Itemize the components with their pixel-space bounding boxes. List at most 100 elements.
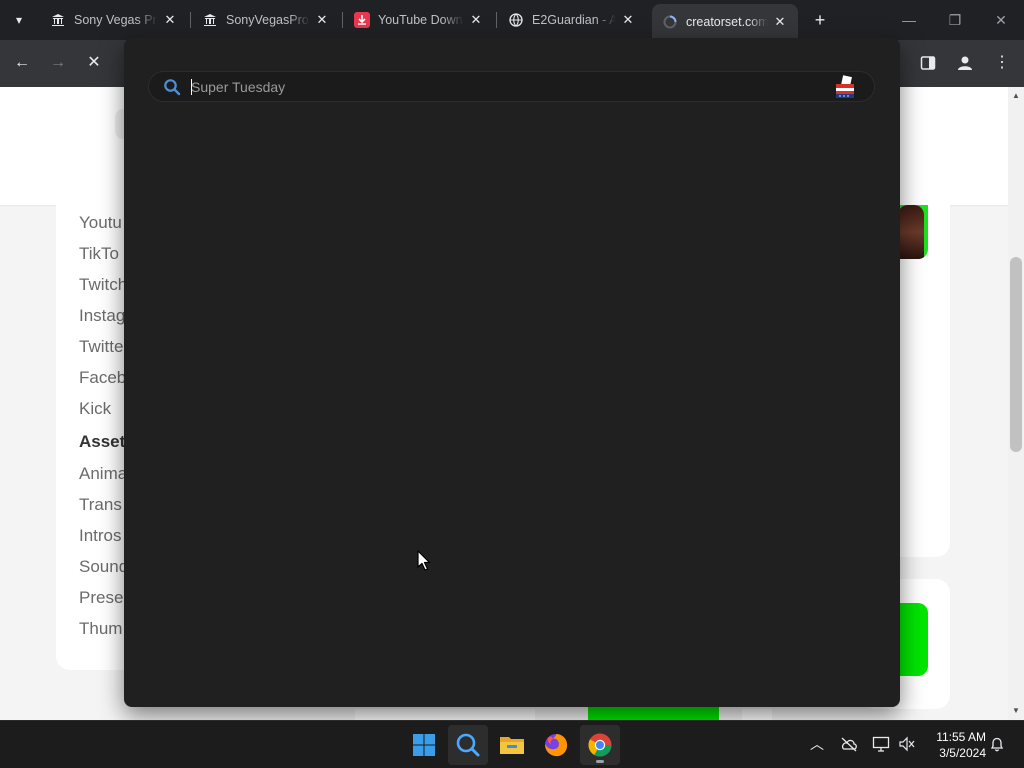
- close-icon[interactable]: ✕: [314, 12, 330, 28]
- scroll-thumb[interactable]: [1010, 257, 1022, 452]
- sidebar-item-instagram[interactable]: Instag: [79, 306, 125, 326]
- bell-icon: [990, 737, 1004, 752]
- close-icon[interactable]: ✕: [468, 12, 484, 28]
- search-icon: [164, 79, 181, 96]
- start-button[interactable]: [404, 725, 444, 765]
- firefox-icon: [545, 734, 568, 757]
- menu-button[interactable]: ⋮: [990, 51, 1014, 75]
- notifications-button[interactable]: [986, 733, 1008, 755]
- download-icon: [354, 12, 370, 28]
- system-clock[interactable]: 11:55 AM 3/5/2024: [926, 729, 986, 761]
- running-indicator: [596, 760, 604, 763]
- sidebar-item-thumbnails[interactable]: Thum: [79, 619, 122, 639]
- sidebar-item-youtube[interactable]: Youtu: [79, 213, 122, 233]
- minimize-icon: —: [902, 12, 916, 28]
- close-icon[interactable]: ✕: [772, 14, 788, 30]
- chevron-down-icon: ▾: [15, 13, 23, 27]
- clock-date: 3/5/2024: [939, 746, 986, 760]
- sidebar-item-kick[interactable]: Kick: [79, 399, 111, 419]
- firefox-button[interactable]: [536, 725, 576, 765]
- sidebar-item-twitch[interactable]: Twitch: [79, 275, 127, 295]
- tab-youtube-downloader[interactable]: YouTube Down ✕: [344, 4, 494, 36]
- tab-separator: [496, 12, 497, 28]
- building-icon: [202, 12, 218, 28]
- content-card: [742, 709, 772, 720]
- globe-icon: [508, 12, 524, 28]
- tab-title: Sony Vegas Pro: [74, 13, 158, 27]
- page-scrollbar[interactable]: ▲ ▼: [1008, 87, 1024, 720]
- search-overlay-panel: [124, 38, 900, 707]
- tab-sony-vegas-pro[interactable]: Sony Vegas Pro ✕: [40, 4, 188, 36]
- chrome-button[interactable]: [580, 725, 620, 765]
- onedrive-status[interactable]: [838, 733, 860, 755]
- forward-button[interactable]: →: [46, 51, 70, 75]
- scroll-up-arrow-icon[interactable]: ▲: [1008, 89, 1024, 103]
- file-explorer-button[interactable]: [492, 725, 532, 765]
- sidebar-item-transitions[interactable]: Trans: [79, 495, 122, 515]
- window-close-button[interactable]: ✕: [978, 0, 1024, 40]
- profile-button[interactable]: [953, 51, 977, 75]
- back-button[interactable]: ←: [10, 51, 34, 75]
- content-card: [355, 709, 535, 720]
- side-panel-icon: [920, 56, 936, 70]
- show-hidden-icons-button[interactable]: ︿: [806, 733, 828, 755]
- clock-time: 11:55 AM: [936, 730, 986, 744]
- spinner-icon: [662, 14, 678, 30]
- close-icon: ✕: [995, 12, 1007, 28]
- windows-icon: [413, 734, 435, 756]
- speaker-muted-icon: [899, 736, 915, 752]
- restore-icon: ❐: [948, 12, 962, 28]
- network-status[interactable]: [870, 733, 892, 755]
- taskbar-search-button[interactable]: [448, 725, 488, 765]
- scroll-down-arrow-icon[interactable]: ▼: [1008, 704, 1024, 718]
- building-icon: [50, 12, 66, 28]
- text-caret: [191, 79, 192, 95]
- profile-icon: [958, 56, 972, 70]
- tab-title: E2Guardian - A: [532, 13, 616, 27]
- tab-strip: ▾ Sony Vegas Pro ✕ SonyVegasPro1 ✕ YouTu…: [0, 0, 1024, 40]
- network-icon: [872, 736, 890, 752]
- tab-separator: [190, 12, 191, 28]
- close-icon[interactable]: ✕: [620, 12, 636, 28]
- search-input[interactable]: [191, 76, 811, 98]
- stop-loading-button[interactable]: ✕: [82, 51, 106, 75]
- tab-e2guardian[interactable]: E2Guardian - A ✕: [498, 4, 646, 36]
- sidebar-item-animations[interactable]: Anima: [79, 464, 127, 484]
- windows-taskbar: ︿ 11:55 AM 3/5/2024: [0, 720, 1024, 768]
- ballot-box-icon[interactable]: [832, 74, 858, 100]
- sidebar-item-twitter[interactable]: Twitte: [79, 337, 123, 357]
- tab-separator: [342, 12, 343, 28]
- sidebar-item-presets[interactable]: Prese: [79, 588, 123, 608]
- search-icon: [456, 733, 480, 757]
- arrow-right-icon: →: [50, 54, 66, 71]
- folder-icon: [500, 737, 524, 754]
- sidebar-item-sounds[interactable]: Sound: [79, 557, 128, 577]
- minimize-button[interactable]: —: [886, 0, 932, 40]
- tab-title: SonyVegasPro1: [226, 13, 310, 27]
- side-panel-button[interactable]: [916, 51, 940, 75]
- chevron-up-icon: ︿: [810, 736, 824, 752]
- tab-sonyvegaspro1[interactable]: SonyVegasPro1 ✕: [192, 4, 340, 36]
- plus-icon: +: [814, 10, 826, 30]
- cloud-offline-icon: [841, 737, 857, 752]
- tab-search-button[interactable]: ▾: [6, 8, 32, 32]
- chrome-icon: [588, 733, 612, 757]
- person-image: [898, 205, 924, 259]
- close-icon[interactable]: ✕: [162, 12, 178, 28]
- tab-creatorset[interactable]: creatorset.com ✕: [652, 4, 798, 40]
- sidebar-item-tiktok[interactable]: TikTo: [79, 244, 119, 264]
- volume-status[interactable]: [896, 733, 918, 755]
- restore-button[interactable]: ❐: [932, 0, 978, 40]
- search-box[interactable]: [148, 71, 875, 102]
- sidebar-heading-assets: Asset: [79, 432, 126, 451]
- green-banner[interactable]: [588, 707, 719, 720]
- sidebar-item-facebook[interactable]: Faceb: [79, 368, 126, 388]
- mouse-cursor-icon: [417, 550, 431, 571]
- kebab-menu-icon: ⋮: [994, 54, 1010, 71]
- new-tab-button[interactable]: +: [808, 8, 832, 32]
- sidebar-item-intros[interactable]: Intros: [79, 526, 122, 546]
- close-icon: ✕: [87, 54, 101, 71]
- tab-title: YouTube Down: [378, 13, 463, 27]
- tab-title: creatorset.com: [686, 15, 768, 29]
- arrow-left-icon: ←: [14, 54, 30, 71]
